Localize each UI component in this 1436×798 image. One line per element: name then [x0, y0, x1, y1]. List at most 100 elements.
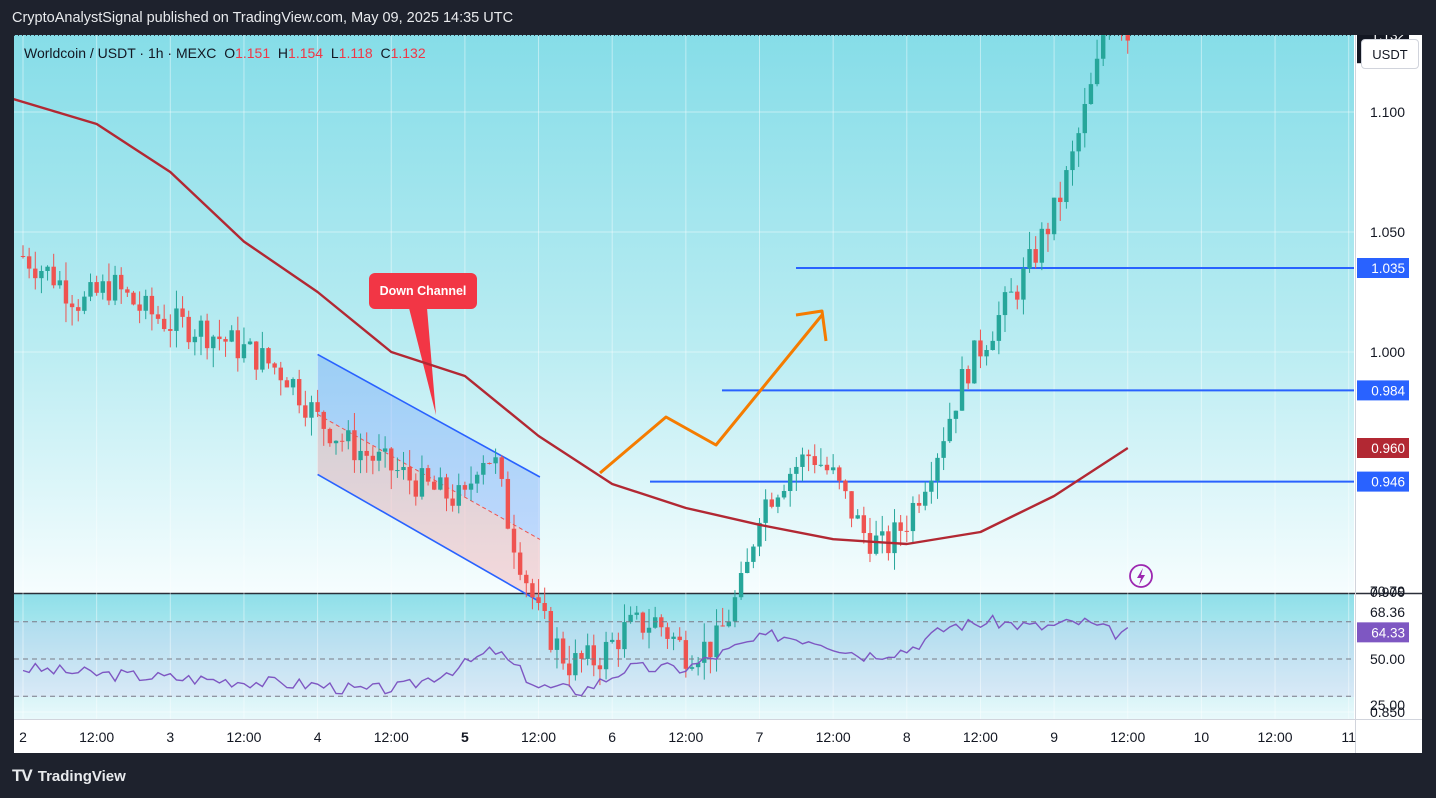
chart-canvas[interactable]: Down Channel 2 12:00 3 12:00 4 12:00 5 12:00 6 12… — [14, 35, 1422, 753]
brand-name: TradingView — [37, 767, 126, 785]
candle-body — [20, 256, 26, 257]
candle-body — [39, 270, 44, 279]
candle-body — [278, 367, 283, 381]
candle-body — [1027, 249, 1032, 269]
candle-body — [1002, 292, 1008, 316]
candle-body — [898, 522, 903, 531]
price-tick-label: 1.100 — [1370, 104, 1405, 120]
candle-body — [861, 515, 867, 534]
candle-body — [241, 344, 247, 359]
candle-body — [204, 320, 210, 349]
candle-body — [916, 502, 922, 506]
candle-body — [327, 428, 333, 444]
candle-body — [33, 268, 38, 279]
candle-body — [824, 464, 830, 471]
chart-frame[interactable]: Down Channel 2 12:00 3 12:00 4 12:00 5 12:00 6 12… — [14, 35, 1422, 753]
candle-body — [51, 266, 56, 286]
candle-body — [763, 499, 768, 523]
level-badge: 1.035 — [1357, 258, 1409, 278]
candle-body — [321, 411, 326, 429]
candle-body — [1015, 291, 1020, 300]
candle-body — [303, 405, 308, 418]
candle-body — [720, 625, 725, 627]
candle-body — [959, 369, 965, 411]
candle-body — [634, 612, 639, 615]
candle-body — [548, 611, 554, 650]
candle-body — [217, 336, 222, 340]
candle-body — [168, 329, 173, 331]
open-value: 1.151 — [235, 45, 271, 61]
time-tick-label: 12:00 — [1258, 729, 1293, 745]
candle-body — [143, 295, 148, 311]
candle-body — [745, 561, 750, 574]
candle-body — [1070, 151, 1075, 171]
time-tick-label: 4 — [314, 729, 322, 745]
candle-body — [1058, 197, 1063, 203]
candle-body — [137, 304, 142, 311]
candle-body — [849, 491, 854, 519]
candle-body — [904, 530, 909, 532]
candle-body — [972, 340, 977, 384]
candle-body — [1051, 197, 1057, 235]
price-pane[interactable] — [14, 35, 1354, 593]
close-label: C — [380, 45, 391, 61]
candle-body — [536, 597, 541, 604]
candle-body — [524, 574, 529, 584]
rsi-tick-label: 50.00 — [1370, 651, 1405, 667]
candle-body — [499, 457, 504, 479]
candle-body — [211, 336, 216, 349]
candle-body — [468, 483, 474, 490]
candle-body — [867, 533, 873, 554]
candle-body — [923, 491, 928, 506]
candle-body — [873, 535, 879, 554]
candle-body — [395, 470, 400, 472]
candle-body — [708, 641, 713, 658]
currency-button[interactable]: USDT — [1361, 39, 1419, 69]
candle-body — [806, 454, 811, 457]
time-tick-label: 7 — [756, 729, 764, 745]
time-tick-label: 11 — [1341, 729, 1356, 745]
candle-body — [990, 340, 995, 350]
candle-body — [247, 341, 253, 345]
candle-body — [235, 330, 241, 359]
candle-body — [432, 481, 437, 490]
rsi-tick-label: 25.00 — [1370, 697, 1405, 713]
candle-body — [751, 546, 756, 562]
high-value: 1.154 — [288, 45, 324, 61]
close-value: 1.132 — [390, 45, 426, 61]
candle-body — [382, 448, 388, 452]
candle-body — [315, 402, 320, 412]
candle-body — [1094, 58, 1100, 85]
candle-body — [450, 498, 455, 506]
level-badge-text: 0.946 — [1371, 475, 1405, 490]
candle-body — [376, 451, 382, 461]
candle-body — [843, 480, 848, 492]
candle-body — [683, 640, 689, 669]
candle-body — [94, 282, 99, 293]
candle-body — [965, 369, 971, 384]
candle-body — [573, 653, 578, 676]
candle-body — [996, 315, 1002, 341]
candle-body — [161, 318, 167, 330]
candle-body — [652, 617, 658, 628]
time-tick-label: 12:00 — [226, 729, 261, 745]
candle-body — [1021, 268, 1026, 300]
time-tick-label: 9 — [1050, 729, 1058, 745]
candle-body — [671, 636, 676, 639]
candle-body — [444, 477, 449, 499]
candle-body — [106, 281, 112, 301]
candle-body — [579, 653, 584, 659]
candle-body — [82, 296, 87, 311]
candle-body — [198, 320, 204, 337]
candle-body — [787, 473, 793, 492]
candle-body — [530, 583, 535, 598]
candle-body — [511, 528, 517, 553]
candle-body — [738, 573, 744, 598]
candle-body — [1101, 35, 1106, 59]
candle-body — [880, 531, 885, 536]
footer-brand: TV TradingView — [12, 766, 126, 786]
time-tick-label: 12:00 — [374, 729, 409, 745]
time-tick-label: 12:00 — [816, 729, 851, 745]
low-value: 1.118 — [338, 45, 373, 61]
candle-body — [481, 462, 486, 475]
